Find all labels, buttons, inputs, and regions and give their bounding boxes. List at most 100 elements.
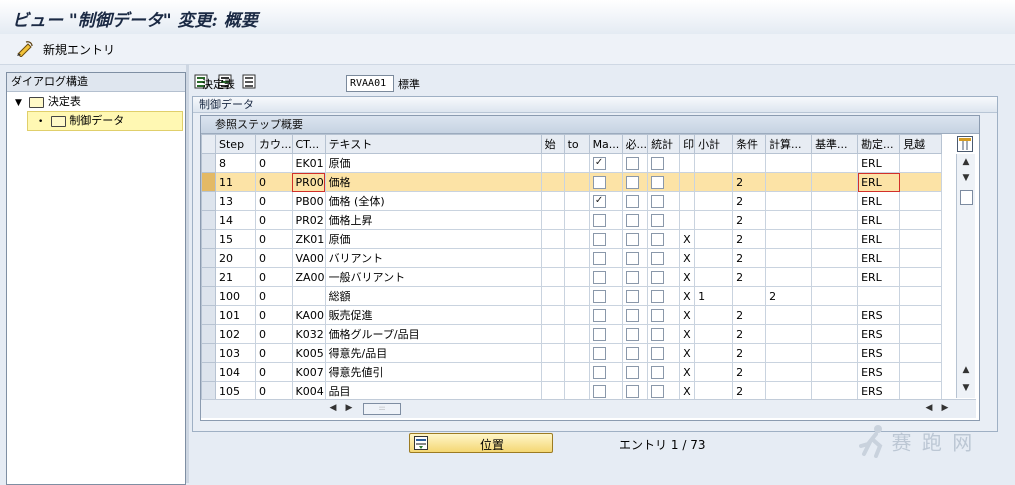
to-cell[interactable] [563,153,590,173]
accrual-cell[interactable] [899,362,943,382]
description-cell[interactable]: バリアント [324,248,542,268]
print-cell[interactable]: X [679,229,696,249]
table-row[interactable]: 13 0 PB00 価格 (全体) ✓ 2 ERL [201,191,943,211]
accrual-cell[interactable] [899,305,943,325]
print-cell[interactable]: X [679,324,696,344]
condition-type-cell[interactable]: PR00 [291,172,326,192]
row-selector[interactable] [201,381,216,401]
condition-type-cell[interactable]: K032 [291,324,326,344]
calc-type-cell[interactable] [765,381,813,401]
print-cell[interactable] [679,172,696,192]
to-cell[interactable] [563,229,590,249]
ma-checkbox[interactable] [592,175,606,189]
requirement-cell[interactable]: 2 [732,267,767,287]
requirement-cell[interactable]: 2 [732,381,767,401]
req-checkbox[interactable] [625,346,639,360]
calc-type-cell[interactable] [765,324,813,344]
row-selector[interactable] [201,153,216,173]
step-cell[interactable]: 14 [215,210,256,230]
column-settings-icon[interactable] [957,136,973,152]
accrual-cell[interactable] [899,267,943,287]
ma-checkbox[interactable] [592,289,606,303]
calc-type-cell[interactable] [765,343,813,363]
subtotal-cell[interactable] [694,172,734,192]
calc-type-cell[interactable] [765,191,813,211]
column-header[interactable]: 勘定... [857,134,901,154]
horizontal-scrollbar[interactable]: ◀ ▶ ::: ◀ ▶ [201,399,976,418]
condition-type-cell[interactable]: PB00 [291,191,326,211]
to-cell[interactable] [563,191,590,211]
scroll-right-end-icon[interactable]: ▶ [939,401,951,416]
ma-checkbox[interactable] [592,308,606,322]
req-checkbox[interactable] [625,270,639,284]
description-cell[interactable]: 品目 [324,381,542,401]
subtotal-cell[interactable] [694,248,734,268]
table-row[interactable]: 101 0 KA00 販売促進 X 2 ERS [201,305,943,325]
print-cell[interactable] [679,153,696,173]
table-row[interactable]: 21 0 ZA00 一般バリアント X 2 ERL [201,267,943,287]
step-cell[interactable]: 100 [215,286,256,306]
condition-type-cell[interactable]: EK01 [291,153,326,173]
subtotal-cell[interactable] [694,210,734,230]
counter-cell[interactable]: 0 [255,362,293,382]
table-row[interactable]: 103 0 K005 得意先/品目 X 2 ERS [201,343,943,363]
req-checkbox[interactable] [625,156,639,170]
description-cell[interactable]: 価格 [324,172,542,192]
account-key-cell[interactable]: ERL [857,172,901,192]
description-cell[interactable]: 価格 (全体) [324,191,542,211]
column-header[interactable]: 統計 [647,134,681,154]
calc-type-cell[interactable] [765,267,813,287]
requirement-cell[interactable]: 2 [732,343,767,363]
row-selector[interactable] [201,305,216,325]
tree-node-decision-table[interactable]: ▼ 決定表 [15,93,81,111]
ma-checkbox[interactable] [592,270,606,284]
account-key-cell[interactable]: ERL [857,248,901,268]
step-cell[interactable]: 8 [215,153,256,173]
requirement-cell[interactable]: 2 [732,229,767,249]
column-header[interactable]: テキスト [324,134,542,154]
position-button[interactable]: 位置 [409,433,553,453]
calc-type-cell[interactable] [765,210,813,230]
scroll-thumb[interactable] [960,190,973,205]
req-checkbox[interactable] [625,308,639,322]
accrual-cell[interactable] [899,286,943,306]
ma-checkbox[interactable]: ✓ [592,194,606,208]
scroll-left-end-icon[interactable]: ◀ [923,401,935,416]
ma-checkbox[interactable] [592,346,606,360]
req-checkbox[interactable] [625,175,639,189]
column-header[interactable]: 小計 [694,134,734,154]
from-cell[interactable] [540,381,565,401]
from-cell[interactable] [540,343,565,363]
base-type-cell[interactable] [811,210,859,230]
ma-checkbox[interactable] [592,232,606,246]
description-cell[interactable]: 原価 [324,229,542,249]
calc-type-cell[interactable] [765,248,813,268]
requirement-cell[interactable]: 2 [732,324,767,344]
calc-type-cell[interactable] [765,362,813,382]
counter-cell[interactable]: 0 [255,286,293,306]
column-header[interactable]: 印 [679,134,696,154]
condition-type-cell[interactable]: K004 [291,381,326,401]
horizontal-scroll-thumb[interactable]: ::: [363,403,401,415]
table-row[interactable]: 14 0 PR02 価格上昇 2 ERL [201,210,943,230]
description-cell[interactable]: 原価 [324,153,542,173]
subtotal-cell[interactable] [694,362,734,382]
print-cell[interactable] [679,210,696,230]
print-cell[interactable]: X [679,305,696,325]
base-type-cell[interactable] [811,381,859,401]
table-row[interactable]: 20 0 VA00 バリアント X 2 ERL [201,248,943,268]
tree-node-control-data[interactable]: • 制御データ [27,111,183,131]
deselect-all-icon[interactable] [242,74,256,89]
req-checkbox[interactable] [625,384,639,398]
calc-type-cell[interactable]: 2 [765,286,813,306]
counter-cell[interactable]: 0 [255,153,293,173]
account-key-cell[interactable]: ERL [857,210,901,230]
condition-type-cell[interactable]: VA00 [291,248,326,268]
from-cell[interactable] [540,210,565,230]
step-cell[interactable]: 21 [215,267,256,287]
column-header[interactable]: to [563,134,590,154]
req-checkbox[interactable] [625,327,639,341]
column-header[interactable]: Ma... [588,134,623,154]
requirement-cell[interactable] [732,286,767,306]
subtotal-cell[interactable] [694,381,734,401]
